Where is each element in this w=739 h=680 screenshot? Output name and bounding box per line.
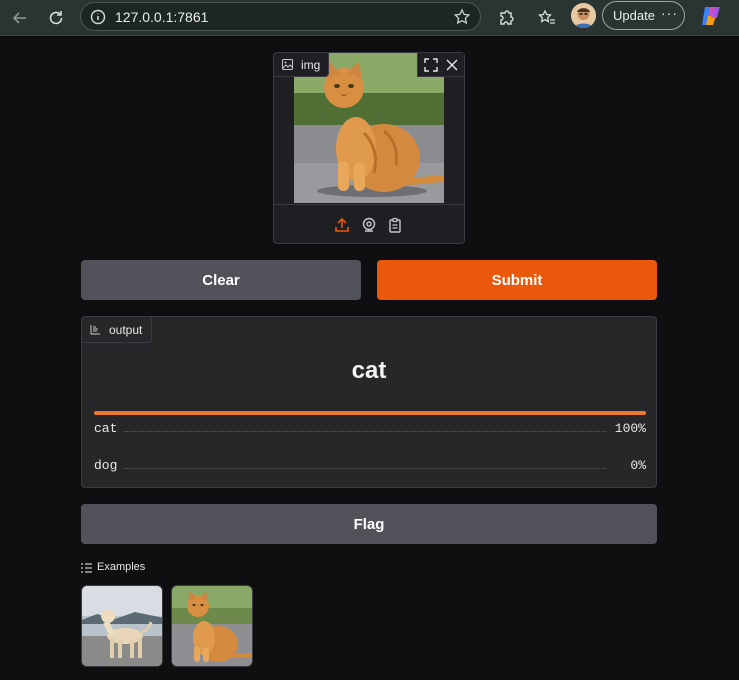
site-info-icon[interactable] <box>90 9 106 30</box>
upload-icon[interactable] <box>333 216 351 234</box>
address-bar[interactable]: 127.0.0.1:7861 <box>80 2 481 31</box>
favorite-star-icon[interactable] <box>453 8 471 31</box>
clipboard-icon[interactable] <box>386 216 404 234</box>
favorites-icon[interactable] <box>533 4 561 32</box>
url-text: 127.0.0.1:7861 <box>115 9 209 25</box>
image-input-label: img <box>301 58 321 72</box>
image-icon <box>282 59 293 73</box>
image-toolbar <box>417 53 464 77</box>
example-cat-thumbnail[interactable] <box>171 585 253 667</box>
webcam-icon[interactable] <box>360 216 378 234</box>
confidence-value: 100% <box>610 421 646 436</box>
example-dog-thumbnail[interactable] <box>81 585 163 667</box>
back-arrow-icon[interactable] <box>6 4 34 32</box>
list-icon <box>81 563 92 576</box>
submit-button[interactable]: Submit <box>377 260 657 300</box>
image-source-bar <box>274 204 464 244</box>
confidence-class-label: cat <box>94 421 122 436</box>
more-icon: ··· <box>661 5 678 21</box>
confidence-row: dog 0% <box>94 448 646 478</box>
profile-avatar[interactable] <box>571 3 596 28</box>
image-input-panel: img <box>273 52 465 244</box>
confidence-bar-track <box>94 411 646 415</box>
update-button[interactable]: Update ··· <box>602 1 685 30</box>
confidence-row: cat 100% <box>94 411 646 441</box>
confidence-class-label: dog <box>94 458 122 473</box>
confidence-value: 0% <box>626 458 646 473</box>
flag-button[interactable]: Flag <box>81 504 657 544</box>
examples-label: Examples <box>97 561 146 573</box>
close-icon[interactable] <box>443 56 461 74</box>
update-label: Update <box>613 8 655 23</box>
dotted-leader <box>124 468 606 469</box>
confidence-bar-fill <box>94 411 646 415</box>
confidence-bar-track <box>94 448 646 452</box>
dotted-leader <box>124 431 606 432</box>
image-input-label-tag: img <box>274 53 329 77</box>
browser-toolbar: 127.0.0.1:7861 Update ··· <box>0 0 739 36</box>
output-panel: output cat cat 100% dog 0% <box>81 316 657 488</box>
clear-button[interactable]: Clear <box>81 260 361 300</box>
predicted-label: cat <box>351 357 387 384</box>
label-chart-icon <box>90 324 101 338</box>
refresh-icon[interactable] <box>42 4 70 32</box>
fullscreen-icon[interactable] <box>422 56 440 74</box>
extensions-icon[interactable] <box>492 4 520 32</box>
output-label-tag: output <box>82 317 152 343</box>
copilot-icon[interactable] <box>699 4 723 28</box>
output-label: output <box>109 323 143 337</box>
